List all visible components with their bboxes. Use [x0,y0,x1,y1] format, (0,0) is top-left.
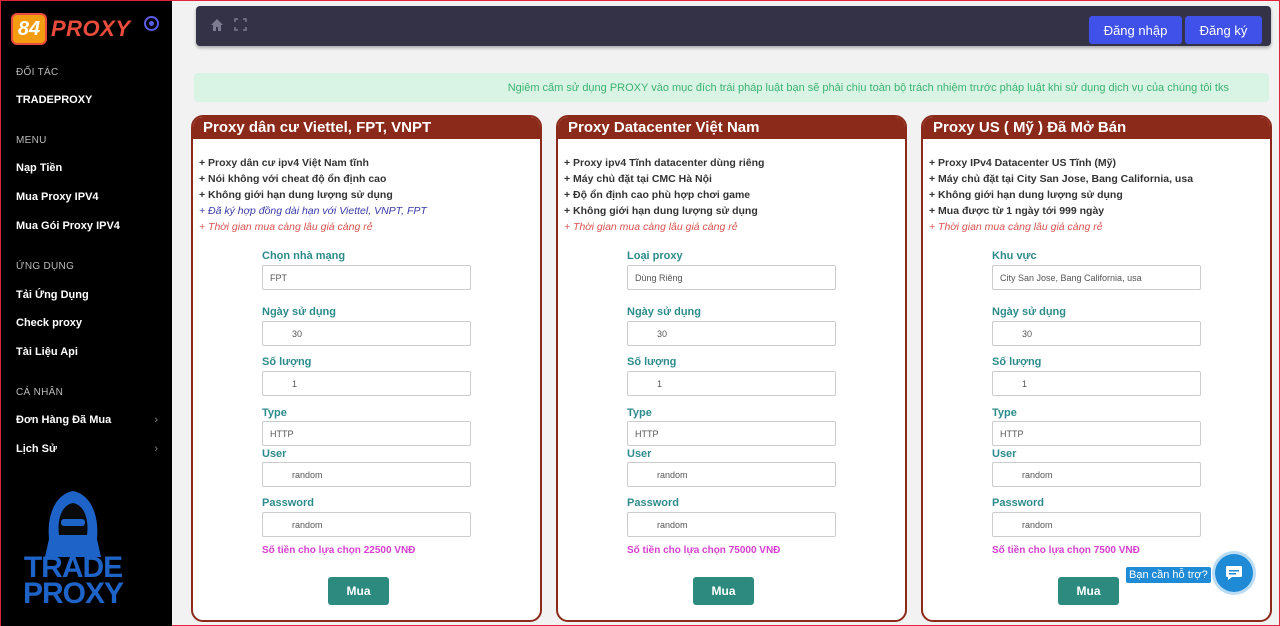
days-input[interactable]: 30 [992,321,1201,346]
user-label: User [262,448,287,460]
password-input[interactable]: random [262,512,471,537]
region-label: Khu vực [992,250,1037,262]
type-select[interactable]: HTTP [992,421,1201,446]
product-card-residential: Proxy dân cư Viettel, FPT, VNPT + Proxy … [191,115,542,622]
type-label: Type [262,407,287,419]
sidebar-item-buy-package[interactable]: Mua Gói Proxy IPV4 [16,220,158,232]
feature-line: + Proxy ipv4 Tĩnh datacenter dùng riêng [564,157,765,169]
sidebar-item-api-docs[interactable]: Tài Liệu Api [16,346,158,358]
quantity-input[interactable]: 1 [627,371,836,396]
password-label: Password [627,497,679,509]
feature-line: + Không giới hạn dung lượng sử dụng [929,189,1123,201]
buy-button[interactable]: Mua [328,577,389,605]
section-partner: ĐỐI TÁC [16,67,59,78]
days-input[interactable]: 30 [627,321,836,346]
help-tooltip[interactable]: Bạn cần hỗ trợ? [1126,567,1211,583]
register-button[interactable]: Đăng ký [1185,16,1262,44]
feature-highlight: + Thời gian mua càng lâu giá càng rẻ [929,221,1103,233]
type-select[interactable]: HTTP [627,421,836,446]
type-label: Type [992,407,1017,419]
days-label: Ngày sử dụng [992,306,1066,318]
password-label: Password [992,497,1044,509]
feature-line: + Không giới hạn dung lượng sử dụng [564,205,758,217]
sidebar-item-tradeproxy[interactable]: TRADEPROXY [16,94,158,106]
quantity-label: Số lượng [992,356,1042,368]
feature-line: + Độ ổn định cao phù hợp chơi game [564,189,751,201]
quantity-label: Số lượng [627,356,677,368]
feature-line: + Mua được từ 1 ngày tới 999 ngày [929,205,1105,217]
card-title: Proxy US ( Mỹ ) Đã Mở Bán [923,117,1270,139]
brand-name: PROXY [51,16,131,41]
type-label: Type [627,407,652,419]
home-icon[interactable] [210,18,224,32]
user-input[interactable]: random [262,462,471,487]
password-label: Password [262,497,314,509]
region-select[interactable]: City San Jose, Bang California, usa [992,265,1201,290]
tradeproxy-logo: TRADE PROXY [23,489,124,610]
sidebar-item-buy-proxy[interactable]: Mua Proxy IPV4 [16,191,158,203]
product-card-us: Proxy US ( Mỹ ) Đã Mở Bán + Proxy IPv4 D… [921,115,1272,622]
sidebar-toggle-icon[interactable] [144,16,159,31]
hacker-hood-icon [45,491,101,557]
notice-banner: Ngiêm cấm sử dụng PROXY vào mục đích trá… [194,73,1269,102]
feature-line: + Máy chủ đặt tại CMC Hà Nội [564,173,712,185]
card-title: Proxy Datacenter Việt Nam [558,117,905,139]
type-select[interactable]: HTTP [262,421,471,446]
carrier-label: Chọn nhà mạng [262,250,346,262]
feature-highlight: + Thời gian mua càng lâu giá càng rẻ [564,221,738,233]
chevron-right-icon: › [154,443,158,455]
product-card-datacenter-vn: Proxy Datacenter Việt Nam + Proxy ipv4 T… [556,115,907,622]
carrier-select[interactable]: FPT [262,265,471,290]
days-label: Ngày sử dụng [262,306,336,318]
user-input[interactable]: random [627,462,836,487]
sidebar-item-deposit[interactable]: Nạp Tiền [16,162,158,174]
quantity-label: Số lượng [262,356,312,368]
sidebar-item-orders[interactable]: Đơn Hàng Đã Mua › [16,414,158,426]
price-text: Số tiền cho lựa chọn 22500 VNĐ [262,545,416,556]
chevron-right-icon: › [154,414,158,426]
price-text: Số tiền cho lựa chọn 7500 VNĐ [992,545,1140,556]
buy-button[interactable]: Mua [693,577,754,605]
sidebar-item-history[interactable]: Lịch Sử › [16,443,158,455]
feature-line: + Không giới hạn dung lượng sử dụng [199,189,393,201]
feature-line: + Proxy IPv4 Datacenter US Tĩnh (Mỹ) [929,157,1117,169]
top-bar: Đăng nhập Đăng ký [196,6,1271,46]
user-label: User [627,448,652,460]
sidebar-item-download-app[interactable]: Tải Ứng Dụng [16,289,158,301]
quantity-input[interactable]: 1 [262,371,471,396]
proxy-type-select[interactable]: Dùng Riêng [627,265,836,290]
days-input[interactable]: 30 [262,321,471,346]
logo-badge: 84 [11,13,47,45]
days-label: Ngày sử dụng [627,306,701,318]
user-label: User [992,448,1017,460]
proxy-type-label: Loại proxy [627,250,683,262]
password-input[interactable]: random [627,512,836,537]
feature-highlight: + Thời gian mua càng lâu giá càng rẻ [199,221,373,233]
section-personal: CÁ NHÂN [16,387,64,398]
fullscreen-icon[interactable] [234,18,247,31]
card-title: Proxy dân cư Viettel, FPT, VNPT [193,117,540,139]
buy-button[interactable]: Mua [1058,577,1119,605]
user-input[interactable]: random [992,462,1201,487]
price-text: Số tiền cho lựa chọn 75000 VNĐ [627,545,781,556]
feature-highlight: + Đã ký hợp đồng dài hạn với Viettel, VN… [199,205,427,217]
chat-button[interactable] [1215,554,1253,592]
sidebar-item-label: Lịch Sử [16,443,57,455]
section-apps: ỨNG DỤNG [16,261,75,272]
logo-word-proxy: PROXY [23,577,124,610]
password-input[interactable]: random [992,512,1201,537]
feature-line: + Proxy dân cư ipv4 Việt Nam tĩnh [199,157,369,169]
sidebar: 84 PROXY ĐỐI TÁC TRADEPROXY MENU Nạp Tiề… [1,1,172,626]
sidebar-item-check-proxy[interactable]: Check proxy [16,317,158,329]
section-menu: MENU [16,135,47,146]
sidebar-item-label: Đơn Hàng Đã Mua [16,414,112,426]
feature-line: + Nói không với cheat độ ổn định cao [199,173,387,185]
chat-bubble-icon [1226,566,1242,580]
login-button[interactable]: Đăng nhập [1089,16,1182,44]
quantity-input[interactable]: 1 [992,371,1201,396]
feature-line: + Máy chủ đặt tại City San Jose, Bang Ca… [929,173,1194,185]
brand-logo[interactable]: 84 PROXY [11,13,131,45]
